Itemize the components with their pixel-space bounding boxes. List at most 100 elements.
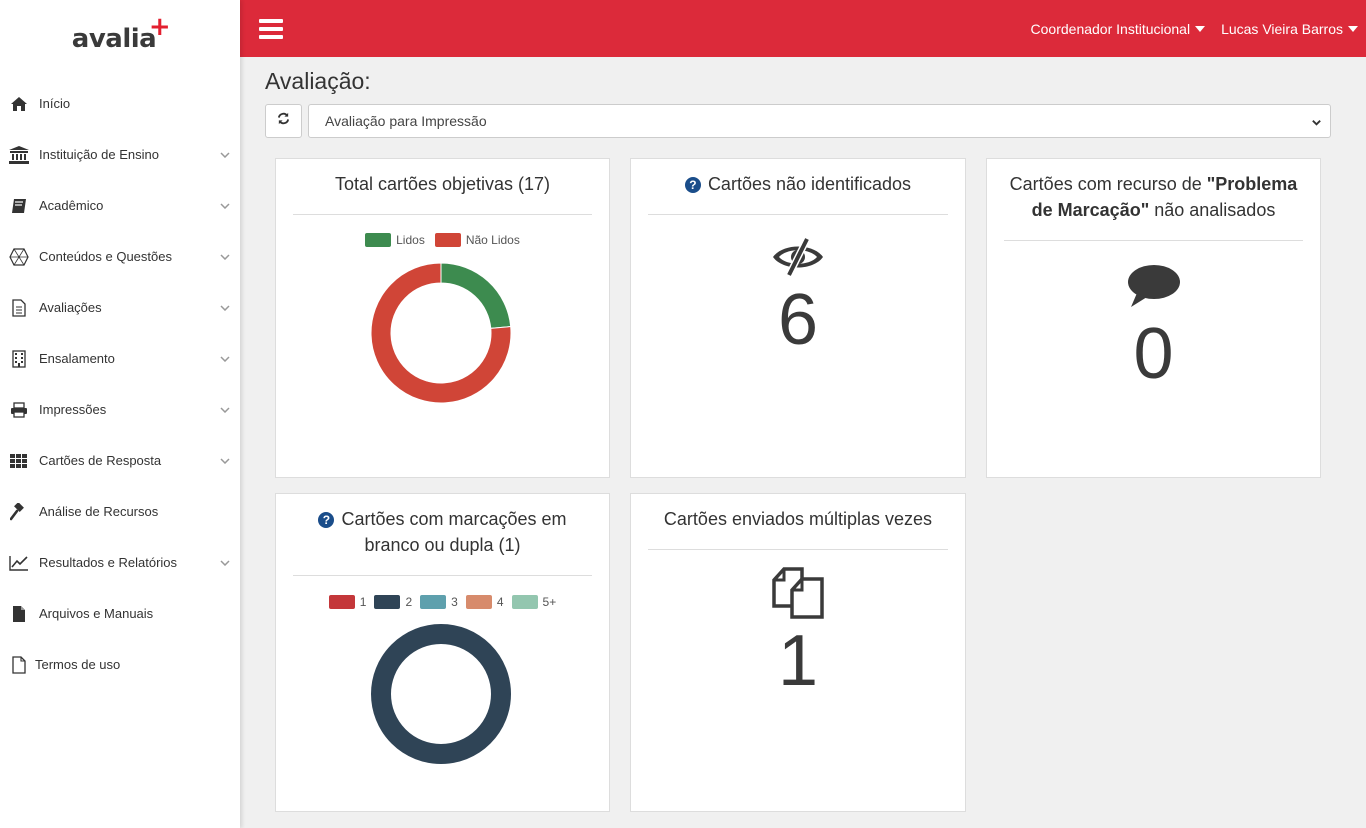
- sidebar-item-analise-recursos[interactable]: Análise de Recursos: [0, 486, 240, 537]
- sidebar-item-avaliacoes[interactable]: Avaliações: [0, 282, 240, 333]
- copy-files-icon: [631, 566, 965, 625]
- comment-icon: [987, 263, 1320, 314]
- divider: [1004, 240, 1303, 241]
- role-menu-label: Coordenador Institucional: [1030, 20, 1191, 37]
- card-title: ? Cartões não identificados: [631, 159, 965, 214]
- sidebar-item-label: Ensalamento: [39, 351, 115, 366]
- sidebar: avalia + Início Instituição de Ensino Aca…: [0, 0, 240, 828]
- card-marcacoes-branco-dupla: ? Cartões com marcações em branco ou dup…: [275, 493, 610, 812]
- topbar: Coordenador Institucional Lucas Vieira B…: [240, 0, 1366, 57]
- card-title-text: Cartões não identificados: [707, 174, 912, 194]
- sidebar-item-cartoes[interactable]: Cartões de Resposta: [0, 435, 240, 486]
- main-content: Avaliação: Avaliação para Impressão Tota…: [240, 57, 1366, 828]
- home-icon: [8, 93, 30, 115]
- refresh-button[interactable]: [265, 104, 302, 138]
- topbar-right: Coordenador Institucional Lucas Vieira B…: [1031, 21, 1366, 37]
- refresh-icon: [277, 112, 290, 130]
- line-chart-icon: [8, 552, 30, 574]
- question-circle-icon[interactable]: ?: [318, 512, 335, 528]
- card-title: Cartões enviados múltiplas vezes: [663, 509, 933, 529]
- sidebar-item-label: Avaliações: [39, 300, 102, 315]
- chevron-down-icon: [218, 148, 232, 162]
- sidebar-item-instituicao[interactable]: Instituição de Ensino: [0, 129, 240, 180]
- sidebar-item-academico[interactable]: Acadêmico: [0, 180, 240, 231]
- legend-item[interactable]: Lidos: [365, 233, 425, 247]
- chevron-down-icon: [218, 301, 232, 315]
- document-icon: [8, 297, 30, 319]
- user-menu-label: Lucas Vieira Barros: [1221, 20, 1343, 37]
- sidebar-item-label: Conteúdos e Questões: [39, 249, 172, 264]
- sidebar-item-label: Cartões de Resposta: [39, 453, 162, 468]
- legend-label: 4: [496, 595, 504, 609]
- card-title-text: Cartões com marcações em branco ou dupla…: [341, 509, 567, 555]
- page-title: Avaliação:: [265, 68, 371, 94]
- card-title: Cartões com recurso de "Problema de Marc…: [987, 159, 1320, 240]
- sidebar-item-resultados[interactable]: Resultados e Relatórios: [0, 537, 240, 588]
- legend-label: 5+: [542, 595, 557, 609]
- evaluation-select-value: Avaliação para Impressão: [325, 113, 487, 129]
- legend-label: 3: [451, 595, 458, 609]
- legend-item[interactable]: 4: [465, 595, 504, 609]
- legend-item[interactable]: 5+: [511, 595, 557, 609]
- blank-slice-2[interactable]: [371, 624, 511, 764]
- caret-down-icon: [1195, 25, 1206, 32]
- sidebar-nav: Início Instituição de Ensino Acadêmico C…: [0, 78, 240, 690]
- legend-item[interactable]: 2: [374, 595, 412, 609]
- chevron-down-icon: [1311, 115, 1322, 131]
- legend-swatch-2: [374, 595, 401, 609]
- sidebar-item-label: Acadêmico: [39, 198, 104, 213]
- divider: [648, 549, 948, 550]
- sidebar-item-termos[interactable]: Termos de uso: [0, 639, 240, 690]
- institution-icon: [8, 144, 30, 166]
- chevron-down-icon: [218, 250, 232, 264]
- sidebar-item-label: Impressões: [39, 402, 107, 417]
- menu-toggle-icon[interactable]: [259, 18, 283, 39]
- count-value: 1: [777, 621, 819, 701]
- card-recurso-problema-marcacao: Cartões com recurso de "Problema de Marc…: [986, 158, 1321, 478]
- card-title-pre: Cartões com recurso de: [1009, 174, 1207, 194]
- sidebar-item-label: Análise de Recursos: [39, 504, 159, 519]
- chevron-down-icon: [218, 556, 232, 570]
- user-menu[interactable]: Lucas Vieira Barros: [1221, 21, 1358, 37]
- legend-item[interactable]: 1: [328, 595, 367, 609]
- sidebar-item-conteudos[interactable]: Conteúdos e Questões: [0, 231, 240, 282]
- legend-item[interactable]: Não Lidos: [434, 233, 520, 247]
- logo[interactable]: avalia +: [0, 0, 240, 78]
- legend-swatch-5plus: [511, 595, 538, 609]
- chevron-down-icon: [218, 403, 232, 417]
- sidebar-item-label: Arquivos e Manuais: [39, 606, 154, 621]
- sidebar-item-label: Início: [39, 96, 71, 111]
- sidebar-item-arquivos[interactable]: Arquivos e Manuais: [0, 588, 240, 639]
- card-title-post: não analisados: [1149, 200, 1276, 220]
- donut-chart-total: [370, 262, 512, 404]
- donut-chart-blank: [371, 624, 511, 764]
- chart-legend: 1 2 3 4 5+: [276, 595, 609, 609]
- legend-label: 2: [405, 595, 413, 609]
- sidebar-item-impressoes[interactable]: Impressões: [0, 384, 240, 435]
- question-circle-icon[interactable]: ?: [684, 177, 701, 193]
- count-value: 6: [777, 280, 819, 360]
- evaluation-select[interactable]: Avaliação para Impressão: [308, 104, 1331, 138]
- printer-icon: [8, 399, 30, 421]
- divider: [293, 214, 592, 215]
- building-icon: [8, 348, 30, 370]
- count-value: 0: [1133, 314, 1174, 394]
- legend-item[interactable]: 3: [420, 595, 458, 609]
- sidebar-item-label: Resultados e Relatórios: [39, 555, 178, 570]
- card-enviados-multiplas-vezes: Cartões enviados múltiplas vezes 1: [630, 493, 966, 812]
- legend-label: 1: [359, 595, 367, 609]
- legend-label: Não Lidos: [465, 233, 520, 247]
- logo-text: avalia +: [71, 12, 171, 54]
- sidebar-item-inicio[interactable]: Início: [0, 78, 240, 129]
- card-title: ? Cartões com marcações em branco ou dup…: [276, 494, 609, 575]
- file-outline-icon: [8, 654, 30, 676]
- sidebar-item-ensalamento[interactable]: Ensalamento: [0, 333, 240, 384]
- card-title: Total cartões objetivas (17): [334, 174, 551, 194]
- card-nao-identificados: ? Cartões não identificados 6: [630, 158, 966, 478]
- role-menu[interactable]: Coordenador Institucional: [1031, 21, 1206, 37]
- card-total-cartoes: Total cartões objetivas (17) Lidos Não L…: [275, 158, 610, 478]
- logo-plus: +: [148, 12, 171, 42]
- total-slice-lidos[interactable]: [440, 262, 512, 329]
- legend-swatch-lidos: [365, 233, 392, 247]
- file-icon: [8, 603, 30, 625]
